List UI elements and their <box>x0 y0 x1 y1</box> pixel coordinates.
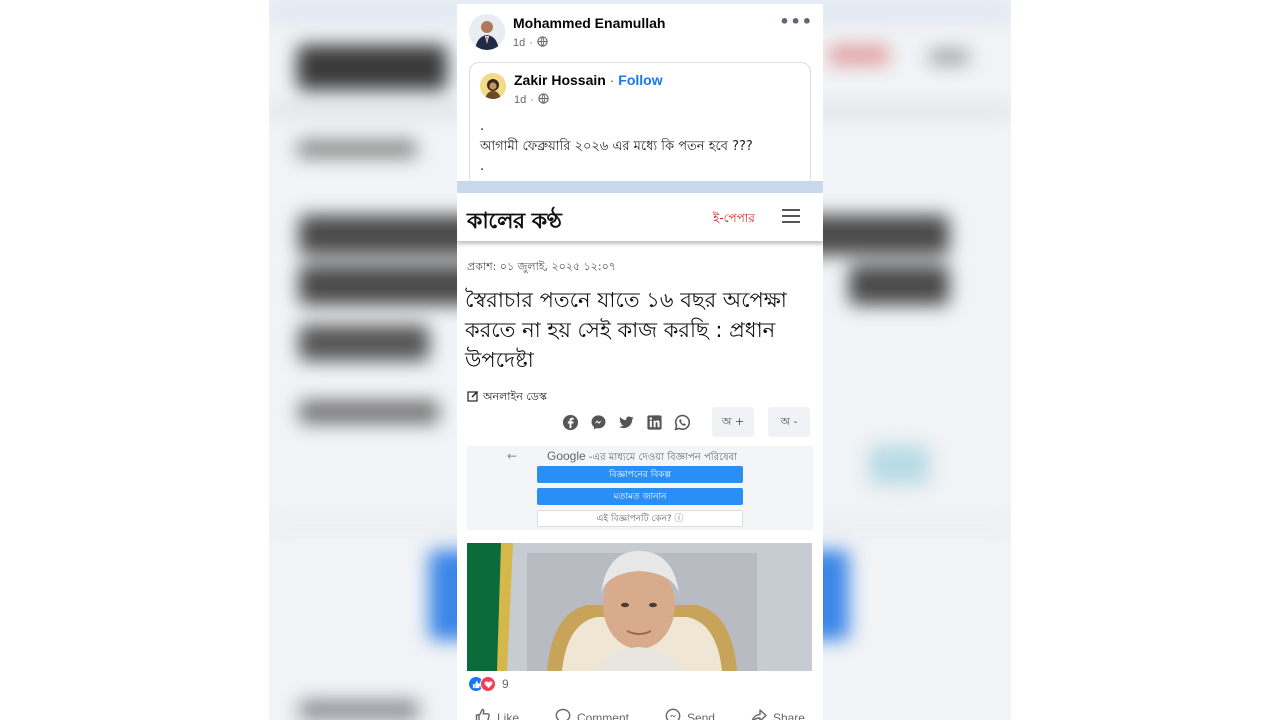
shared-post-meta: 1d · <box>514 93 549 107</box>
newspaper-logo: কালের কণ্ঠ <box>467 208 562 234</box>
comment-label: Comment <box>576 710 629 720</box>
screenshot-stage: Mohammed Enamullah 1d · ••• Zakir Hossai… <box>0 0 1280 720</box>
share-row: অ + অ - <box>560 407 810 437</box>
post-meta: 1d · <box>513 36 548 50</box>
ad-title-rest: -এর মাধ্যমে দেওয়া বিজ্ঞাপন পরিষেবা <box>585 452 738 463</box>
why-this-ad-button: এই বিজ্ঞাপনটি কেন? ⓘ <box>537 510 743 527</box>
separator-dot: · <box>529 37 533 49</box>
love-reaction-icon <box>480 676 496 692</box>
publish-date: প্রকাশ: ০১ জুলাই, ২০২৫ ১২:০৭ <box>467 260 616 273</box>
globe-icon <box>537 36 548 50</box>
post-action-bar: Like Comment Send Share <box>457 708 823 720</box>
shared-post-text-block: . আগামী ফেব্রুয়ারি ২০২৬ এর মধ্যে কি পতন… <box>480 117 753 177</box>
author-desk: অনলাইন ডেস্ক <box>467 388 547 407</box>
portrait-illustration <box>467 543 812 671</box>
ad-options-button: বিজ্ঞাপনের বিকল্প <box>537 466 743 483</box>
like-label: Like <box>496 710 519 720</box>
article-top-strip <box>457 181 823 193</box>
share-button[interactable]: Share <box>751 708 805 720</box>
shared-post-time[interactable]: 1d <box>514 94 526 106</box>
separator-dot: · <box>530 94 534 106</box>
shared-author-name[interactable]: Zakir Hossain <box>514 72 606 88</box>
more-options-button[interactable]: ••• <box>779 12 813 31</box>
shared-author-avatar[interactable] <box>480 73 506 99</box>
edit-icon <box>467 390 479 405</box>
reaction-icons <box>468 676 496 692</box>
ad-feedback-button: মতামত জানান <box>537 488 743 505</box>
font-decrease-button: অ - <box>768 407 810 437</box>
twitter-icon <box>616 412 636 432</box>
send-button[interactable]: Send <box>665 708 715 720</box>
google-ad-feedback-box: ← Google -এর মাধ্যমে দেওয়া বিজ্ঞাপন পরি… <box>467 446 813 530</box>
name-separator: · <box>605 72 619 88</box>
article-photo <box>467 543 812 671</box>
author-avatar[interactable] <box>469 14 505 50</box>
facebook-icon <box>560 412 580 432</box>
text-line-dot: . <box>480 159 485 174</box>
reactions-summary[interactable]: 9 <box>468 676 509 692</box>
text-line-dot: . <box>480 119 485 134</box>
send-label: Send <box>686 710 715 720</box>
ad-title: Google -এর মাধ্যমে দেওয়া বিজ্ঞাপন পরিষে… <box>547 449 737 467</box>
article-headline: স্বৈরাচার পতনে যাতে ১৬ বছর অপেক্ষা করতে … <box>465 288 787 372</box>
font-increase-button: অ + <box>712 407 754 437</box>
facebook-post-card: Mohammed Enamullah 1d · ••• Zakir Hossai… <box>457 4 823 720</box>
comment-icon <box>555 708 571 720</box>
back-arrow-icon: ← <box>507 449 518 463</box>
share-label: Share <box>772 710 805 720</box>
like-button[interactable]: Like <box>475 708 519 720</box>
linkedin-icon <box>644 412 664 432</box>
post-header: Mohammed Enamullah 1d · ••• <box>457 4 823 60</box>
shared-post: Zakir Hossain · Follow 1d · . আগামী ফেব্… <box>469 62 811 192</box>
article-navbar: কালের কণ্ঠ ই-পেপার <box>457 193 823 241</box>
post-time[interactable]: 1d <box>513 37 525 49</box>
author-name[interactable]: Mohammed Enamullah <box>513 15 665 31</box>
comment-button[interactable]: Comment <box>555 708 629 720</box>
shared-post-text: আগামী ফেব্রুয়ারি ২০২৬ এর মধ্যে কি পতন হ… <box>480 139 753 154</box>
shared-author-line: Zakir Hossain · Follow <box>514 72 663 88</box>
whatsapp-icon <box>672 412 692 432</box>
google-wordmark: Google <box>547 449 586 463</box>
desk-label: অনলাইন ডেস্ক <box>483 390 547 403</box>
reaction-count: 9 <box>502 677 509 691</box>
thumbs-up-icon <box>475 708 491 720</box>
globe-icon <box>538 93 549 107</box>
messenger-icon <box>588 412 608 432</box>
messenger-send-icon <box>665 708 681 720</box>
article-screenshot[interactable]: কালের কণ্ঠ ই-পেপার প্রকাশ: ০১ জুলাই, ২০২… <box>457 181 823 671</box>
follow-button[interactable]: Follow <box>618 72 662 88</box>
hamburger-menu-icon <box>782 209 800 223</box>
epaper-link: ই-পেপার <box>713 211 755 225</box>
share-arrow-icon <box>751 708 767 720</box>
